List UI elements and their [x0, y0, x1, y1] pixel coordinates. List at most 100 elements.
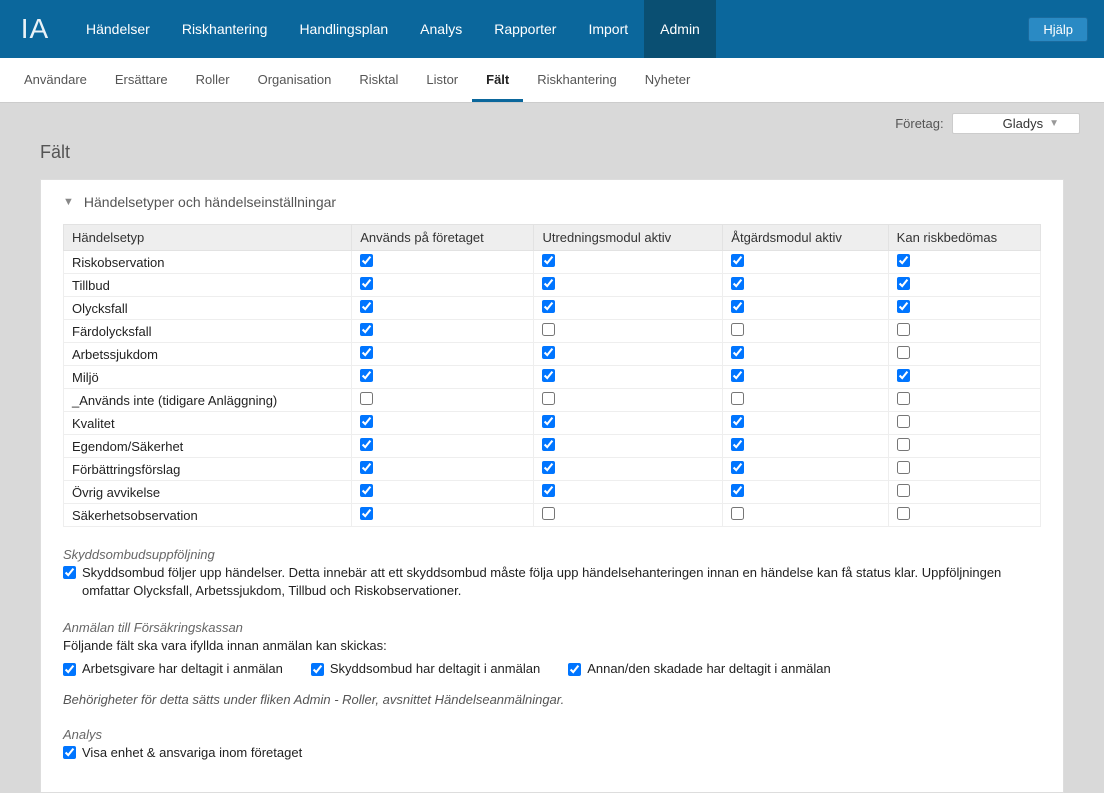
table-row: Arbetssjukdom: [64, 343, 1041, 366]
event-type-checkbox[interactable]: [360, 277, 373, 290]
event-type-checkbox[interactable]: [360, 323, 373, 336]
event-type-name: _Används inte (tidigare Anläggning): [64, 389, 352, 412]
event-type-cell: [352, 458, 534, 481]
event-type-checkbox[interactable]: [360, 438, 373, 451]
event-type-checkbox[interactable]: [897, 392, 910, 405]
company-select[interactable]: Gladys ▼: [952, 113, 1080, 134]
collapse-icon[interactable]: ▼: [63, 196, 74, 208]
help-button[interactable]: Hjälp: [1028, 17, 1088, 42]
event-type-cell: [352, 481, 534, 504]
sub-nav: Användare Ersättare Roller Organisation …: [0, 58, 1104, 103]
event-type-cell: [723, 481, 888, 504]
event-type-checkbox[interactable]: [731, 323, 744, 336]
table-row: Miljö: [64, 366, 1041, 389]
event-type-checkbox[interactable]: [897, 438, 910, 451]
event-type-checkbox[interactable]: [360, 484, 373, 497]
fk-label-skyddsombud: Skyddsombud har deltagit i anmälan: [330, 660, 540, 678]
analys-checkbox[interactable]: [63, 746, 76, 759]
nav-import[interactable]: Import: [572, 0, 644, 58]
subnav-ersattare[interactable]: Ersättare: [101, 58, 182, 102]
table-row: Förbättringsförslag: [64, 458, 1041, 481]
event-type-checkbox[interactable]: [731, 254, 744, 267]
event-type-cell: [888, 274, 1040, 297]
event-type-name: Säkerhetsobservation: [64, 504, 352, 527]
event-type-checkbox[interactable]: [731, 300, 744, 313]
event-type-checkbox[interactable]: [542, 392, 555, 405]
event-type-cell: [534, 458, 723, 481]
event-type-checkbox[interactable]: [897, 323, 910, 336]
subnav-organisation[interactable]: Organisation: [244, 58, 346, 102]
event-type-cell: [352, 320, 534, 343]
event-type-checkbox[interactable]: [360, 254, 373, 267]
nav-handlingsplan[interactable]: Handlingsplan: [283, 0, 404, 58]
event-type-cell: [723, 320, 888, 343]
event-type-checkbox[interactable]: [360, 346, 373, 359]
event-type-checkbox[interactable]: [360, 300, 373, 313]
company-row: Företag: Gladys ▼: [0, 103, 1104, 134]
subnav-falt[interactable]: Fält: [472, 58, 523, 102]
page-title: Fält: [0, 134, 1104, 179]
event-type-cell: [534, 504, 723, 527]
fk-checkbox-annan[interactable]: [568, 663, 581, 676]
nav-handelser[interactable]: Händelser: [70, 0, 166, 58]
subnav-nyheter[interactable]: Nyheter: [631, 58, 705, 102]
event-type-checkbox[interactable]: [897, 346, 910, 359]
heading-analys: Analys: [63, 727, 1041, 742]
event-type-checkbox[interactable]: [542, 346, 555, 359]
event-type-checkbox[interactable]: [542, 323, 555, 336]
fk-intro: Följande fält ska vara ifyllda innan anm…: [63, 637, 1041, 655]
skyddsombud-checkbox[interactable]: [63, 566, 76, 579]
fk-option-annan: Annan/den skadade har deltagit i anmälan: [568, 660, 831, 678]
event-type-checkbox[interactable]: [731, 392, 744, 405]
event-type-checkbox[interactable]: [897, 461, 910, 474]
subnav-risktal[interactable]: Risktal: [345, 58, 412, 102]
event-type-checkbox[interactable]: [542, 507, 555, 520]
event-type-checkbox[interactable]: [542, 461, 555, 474]
event-type-checkbox[interactable]: [542, 438, 555, 451]
nav-rapporter[interactable]: Rapporter: [478, 0, 572, 58]
subnav-anvandare[interactable]: Användare: [10, 58, 101, 102]
event-type-checkbox[interactable]: [897, 415, 910, 428]
event-type-checkbox[interactable]: [731, 346, 744, 359]
nav-analys[interactable]: Analys: [404, 0, 478, 58]
event-type-checkbox[interactable]: [897, 300, 910, 313]
event-type-checkbox[interactable]: [360, 392, 373, 405]
event-type-checkbox[interactable]: [731, 484, 744, 497]
event-type-checkbox[interactable]: [731, 438, 744, 451]
event-type-checkbox[interactable]: [542, 484, 555, 497]
nav-admin[interactable]: Admin: [644, 0, 716, 58]
event-type-cell: [534, 412, 723, 435]
event-type-checkbox[interactable]: [731, 461, 744, 474]
fk-checkbox-skyddsombud[interactable]: [311, 663, 324, 676]
event-type-checkbox[interactable]: [360, 415, 373, 428]
event-type-checkbox[interactable]: [360, 507, 373, 520]
event-type-cell: [534, 274, 723, 297]
event-type-checkbox[interactable]: [542, 369, 555, 382]
event-type-checkbox[interactable]: [542, 300, 555, 313]
event-type-checkbox[interactable]: [731, 369, 744, 382]
subnav-roller[interactable]: Roller: [182, 58, 244, 102]
panel-title: Händelsetyper och händelseinställningar: [84, 194, 336, 210]
subnav-riskhantering[interactable]: Riskhantering: [523, 58, 631, 102]
analys-option: Visa enhet & ansvariga inom företaget: [63, 744, 1041, 762]
subnav-listor[interactable]: Listor: [412, 58, 472, 102]
event-type-checkbox[interactable]: [897, 277, 910, 290]
event-type-checkbox[interactable]: [897, 507, 910, 520]
event-type-checkbox[interactable]: [542, 254, 555, 267]
event-type-cell: [888, 504, 1040, 527]
event-type-cell: [888, 481, 1040, 504]
event-type-checkbox[interactable]: [542, 415, 555, 428]
event-type-checkbox[interactable]: [897, 254, 910, 267]
event-type-checkbox[interactable]: [731, 277, 744, 290]
event-type-checkbox[interactable]: [731, 415, 744, 428]
col-riskbedomas: Kan riskbedömas: [888, 225, 1040, 251]
event-type-checkbox[interactable]: [731, 507, 744, 520]
event-type-checkbox[interactable]: [897, 369, 910, 382]
nav-riskhantering[interactable]: Riskhantering: [166, 0, 284, 58]
event-type-checkbox[interactable]: [360, 461, 373, 474]
event-type-checkbox[interactable]: [897, 484, 910, 497]
fk-checkbox-arbetsgivare[interactable]: [63, 663, 76, 676]
table-row: Egendom/Säkerhet: [64, 435, 1041, 458]
event-type-checkbox[interactable]: [542, 277, 555, 290]
event-type-checkbox[interactable]: [360, 369, 373, 382]
